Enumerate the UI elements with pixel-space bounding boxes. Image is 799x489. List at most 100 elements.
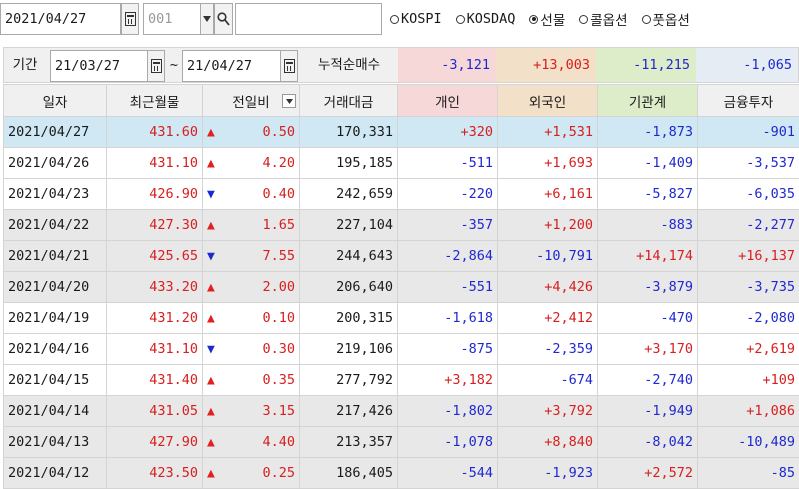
- cell-change: ▼ 0.40: [202, 178, 300, 210]
- cell-institution: -1,409: [597, 147, 698, 179]
- cell-change: ▲ 0.10: [202, 302, 300, 334]
- cell-individual: -1,802: [397, 395, 498, 427]
- market-radio-group: KOSPI KOSDAQ 선물 콜옵션 풋옵션: [390, 3, 704, 35]
- cell-individual: -875: [397, 333, 498, 365]
- calendar-icon: [283, 59, 295, 73]
- radio-label: KOSDAQ: [466, 11, 516, 27]
- cell-change: ▲ 2.00: [202, 271, 300, 303]
- radio-button[interactable]: [390, 14, 399, 24]
- date-range-tilde: ~: [169, 57, 179, 73]
- cell-foreign: -10,791: [497, 240, 598, 272]
- radio-button[interactable]: [455, 14, 465, 24]
- cell-foreign: +3,792: [497, 395, 598, 427]
- period-label: 기간: [12, 57, 38, 73]
- calendar-icon: [124, 12, 136, 26]
- table-row[interactable]: 2021/04/12 423.50 ▲ 0.25 186,405 -544 -1,923 +2…: [3, 457, 799, 489]
- table-row[interactable]: 2021/04/20 433.20 ▲ 2.00 206,640 -551 +4,426 -3…: [3, 271, 799, 303]
- cell-amount: 213,357: [299, 426, 398, 458]
- cell-date: 2021/04/15: [3, 364, 107, 396]
- col-header-individual[interactable]: 개인: [397, 84, 498, 117]
- up-arrow-icon: ▲: [207, 310, 215, 326]
- cell-near-month: 426.90: [106, 178, 203, 210]
- investor-trading-table: 일자 최근월물 전일비 거래대금 개인 외국인 기관계 금융투자 2021/04…: [3, 84, 799, 489]
- col-header-foreign[interactable]: 외국인: [497, 84, 598, 117]
- table-row[interactable]: 2021/04/23 426.90 ▼ 0.40 242,659 -220 +6,161 -5…: [3, 178, 799, 210]
- cell-institution: +14,174: [597, 240, 698, 272]
- date-input[interactable]: 2021/04/27: [0, 3, 121, 35]
- col-header-change-label: 전일비: [232, 94, 270, 111]
- summary-foreign: +13,003: [496, 48, 596, 82]
- change-value: 1.65: [262, 217, 295, 233]
- cell-amount: 217,426: [299, 395, 398, 427]
- col-header-financial-investment[interactable]: 금융투자: [697, 84, 799, 117]
- cell-financial-investment: +2,619: [697, 333, 799, 365]
- table-row[interactable]: 2021/04/21 425.65 ▼ 7.55 244,643 -2,864 -10,79…: [3, 240, 799, 272]
- cell-individual: +3,182: [397, 364, 498, 396]
- date-calendar-button[interactable]: [121, 3, 139, 35]
- summary-institution: -11,215: [596, 48, 696, 82]
- to-calendar-button[interactable]: [280, 50, 298, 82]
- table-row[interactable]: 2021/04/27 431.60 ▲ 0.50 170,331 +320 +1,531 -1…: [3, 116, 799, 148]
- up-arrow-icon: ▲: [207, 403, 215, 419]
- radio-futures[interactable]: 선물: [529, 9, 565, 29]
- change-value: 4.40: [262, 434, 295, 450]
- cell-individual: -511: [397, 147, 498, 179]
- change-value: 7.55: [262, 248, 295, 264]
- col-header-institution[interactable]: 기관계: [597, 84, 698, 117]
- radio-button[interactable]: [641, 14, 651, 24]
- radio-button[interactable]: [529, 14, 539, 24]
- chevron-down-icon: [203, 16, 211, 22]
- cell-change: ▲ 0.35: [202, 364, 300, 396]
- cell-amount: 195,185: [299, 147, 398, 179]
- cell-foreign: -2,359: [497, 333, 598, 365]
- up-arrow-icon: ▲: [207, 124, 215, 140]
- table-row[interactable]: 2021/04/22 427.30 ▲ 1.65 227,104 -357 +1,200 -8…: [3, 209, 799, 241]
- cell-institution: -5,827: [597, 178, 698, 210]
- col-header-amount[interactable]: 거래대금: [299, 84, 398, 117]
- cell-foreign: +1,531: [497, 116, 598, 148]
- cell-individual: -220: [397, 178, 498, 210]
- table-row[interactable]: 2021/04/13 427.90 ▲ 4.40 213,357 -1,078 +8,840…: [3, 426, 799, 458]
- radio-kospi[interactable]: KOSPI: [390, 11, 442, 27]
- col-header-change[interactable]: 전일비: [202, 84, 300, 117]
- code-input[interactable]: 001: [143, 3, 201, 35]
- calendar-icon: [150, 59, 162, 73]
- table-row[interactable]: 2021/04/15 431.40 ▲ 0.35 277,792 +3,182 -674 -2…: [3, 364, 799, 396]
- table-row[interactable]: 2021/04/16 431.10 ▼ 0.30 219,106 -875 -2,359 +3…: [3, 333, 799, 365]
- radio-label: 풋옵션: [652, 13, 690, 29]
- cell-foreign: +1,693: [497, 147, 598, 179]
- search-button[interactable]: [214, 3, 233, 35]
- cell-individual: -1,078: [397, 426, 498, 458]
- col-header-near-month[interactable]: 최근월물: [106, 84, 203, 117]
- radio-label: 콜옵션: [590, 13, 628, 29]
- cell-amount: 219,106: [299, 333, 398, 365]
- table-row[interactable]: 2021/04/26 431.10 ▲ 4.20 195,185 -511 +1,693 -1…: [3, 147, 799, 179]
- col-header-date[interactable]: 일자: [3, 84, 107, 117]
- change-dropdown-button[interactable]: [282, 94, 296, 108]
- cell-date: 2021/04/14: [3, 395, 107, 427]
- cell-date: 2021/04/19: [3, 302, 107, 334]
- cell-institution: -1,873: [597, 116, 698, 148]
- name-input[interactable]: [235, 3, 382, 35]
- change-value: 0.40: [262, 186, 295, 202]
- cell-change: ▲ 3.15: [202, 395, 300, 427]
- change-value: 0.35: [262, 372, 295, 388]
- cell-foreign: +4,426: [497, 271, 598, 303]
- radio-call-option[interactable]: 콜옵션: [579, 9, 628, 29]
- radio-button[interactable]: [579, 14, 589, 24]
- radio-put-option[interactable]: 풋옵션: [641, 9, 690, 29]
- to-date-input[interactable]: 21/04/27: [182, 50, 281, 82]
- table-row[interactable]: 2021/04/14 431.05 ▲ 3.15 217,426 -1,802 +3,792…: [3, 395, 799, 427]
- down-arrow-icon: ▼: [207, 341, 215, 357]
- from-calendar-button[interactable]: [147, 50, 165, 82]
- radio-kosdaq[interactable]: KOSDAQ: [455, 11, 516, 27]
- cell-individual: -357: [397, 209, 498, 241]
- cell-change: ▼ 0.30: [202, 333, 300, 365]
- table-row[interactable]: 2021/04/19 431.20 ▲ 0.10 200,315 -1,618 +2,412…: [3, 302, 799, 334]
- cell-change: ▼ 7.55: [202, 240, 300, 272]
- from-date-input[interactable]: 21/03/27: [50, 50, 148, 82]
- summary-financial-investment: -1,065: [696, 48, 798, 82]
- code-dropdown-button[interactable]: [200, 3, 214, 35]
- cell-foreign: +6,161: [497, 178, 598, 210]
- up-arrow-icon: ▲: [207, 155, 215, 171]
